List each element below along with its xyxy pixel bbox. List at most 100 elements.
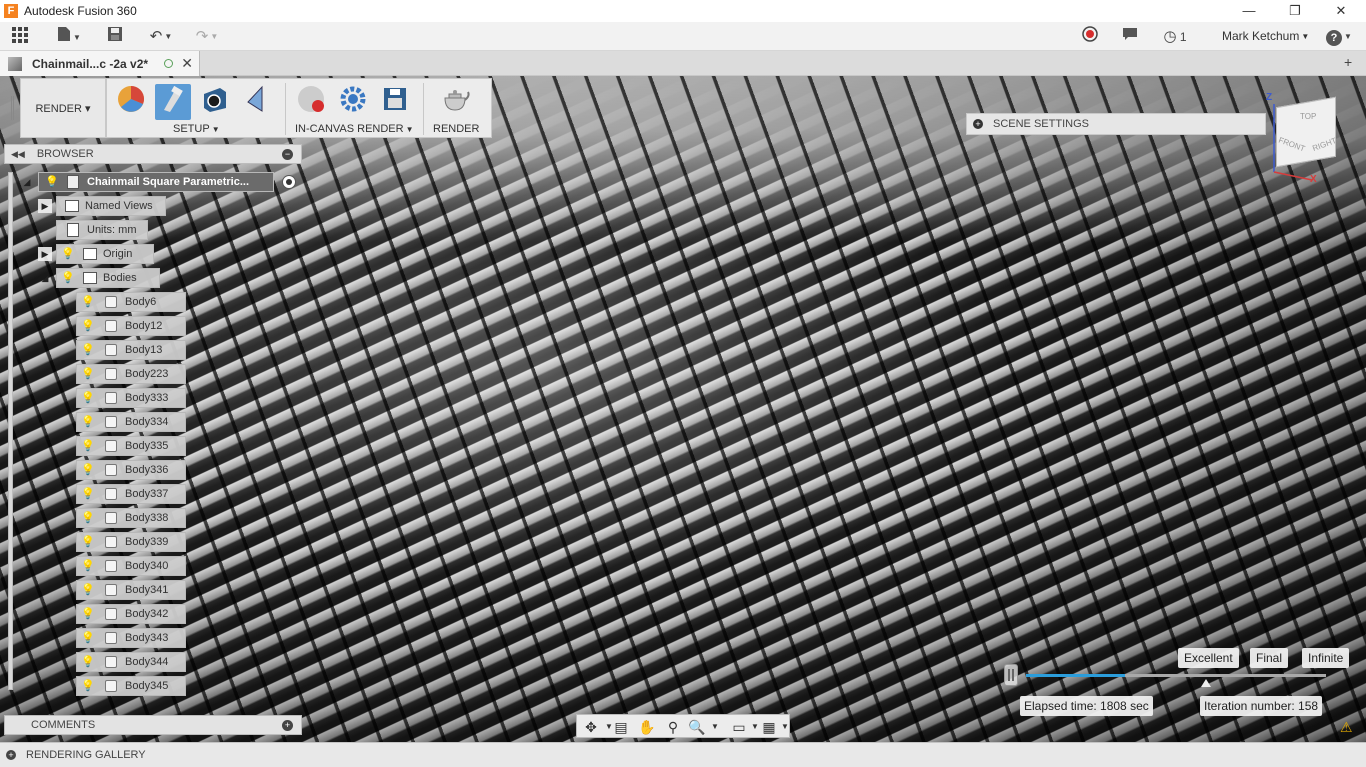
tree-row-body[interactable]: 💡 Body344 [76, 652, 186, 672]
visibility-bulb-off-icon[interactable]: 💡 [61, 247, 75, 261]
quality-infinite-button[interactable]: Infinite [1302, 648, 1350, 668]
tree-root-row[interactable]: ◢ 💡 Chainmail Square Parametric... [20, 172, 296, 192]
appearance-button[interactable] [113, 84, 149, 120]
visibility-bulb-icon[interactable]: 💡 [61, 271, 75, 285]
visibility-bulb-icon[interactable]: 💡 [81, 391, 95, 405]
comments-panel[interactable]: COMMENTS + [4, 715, 302, 735]
expand-triangle-icon[interactable]: ▶ [38, 199, 52, 213]
expand-icon[interactable]: + [973, 119, 983, 129]
browser-scrollbar[interactable] [8, 172, 13, 690]
tree-row-body[interactable]: 💡 Body342 [76, 604, 186, 624]
tree-row-body[interactable]: 💡 Body223 [76, 364, 186, 384]
restore-button[interactable]: ❐ [1272, 0, 1318, 22]
scene-settings-tool-button[interactable] [155, 84, 191, 120]
tree-row-body[interactable]: 💡 Body341 [76, 580, 186, 600]
workspace-switcher[interactable]: RENDER ▾ [20, 78, 106, 138]
redo-button[interactable]: ↷ ▼ [190, 26, 224, 48]
tree-row-body[interactable]: 💡 Body12 [76, 316, 186, 336]
viewcube[interactable]: TOP FRONT RIGHT Z X [1262, 92, 1346, 188]
expand-triangle-icon[interactable]: ▶ [38, 247, 52, 261]
ribbon-grip[interactable] [11, 96, 14, 120]
user-menu[interactable]: Mark Ketchum ▼ [1222, 22, 1309, 51]
visibility-bulb-icon[interactable]: 💡 [81, 319, 95, 333]
browser-header[interactable]: ◀◀ BROWSER − [4, 144, 302, 164]
quality-final-button[interactable]: Final [1250, 648, 1289, 668]
visibility-bulb-icon[interactable]: 💡 [81, 463, 95, 477]
file-menu-button[interactable]: ▼ [54, 26, 84, 48]
visibility-bulb-icon[interactable]: 💡 [81, 367, 95, 381]
chevron-down-icon[interactable]: ▼ [703, 717, 727, 737]
tree-row-named-views[interactable]: ▶ Named Views [38, 196, 166, 216]
record-icon[interactable] [1080, 26, 1100, 48]
tree-row-body[interactable]: 💡 Body337 [76, 484, 186, 504]
visibility-bulb-icon[interactable]: 💡 [45, 175, 59, 189]
close-tab-icon[interactable]: ✕ [181, 55, 193, 72]
chevron-down-icon[interactable]: ▼ [773, 717, 797, 737]
zoom-icon[interactable]: ⚲ [661, 717, 685, 737]
collapse-triangle-icon[interactable]: ◢ [38, 271, 52, 285]
rendering-gallery-bar[interactable]: + RENDERING GALLERY [0, 742, 1366, 767]
texture-map-button[interactable] [239, 84, 275, 120]
comment-icon[interactable] [1120, 26, 1140, 48]
visibility-bulb-icon[interactable]: 💡 [81, 295, 95, 309]
visibility-bulb-icon[interactable]: 💡 [81, 439, 95, 453]
collapse-browser-icon[interactable]: ◀◀ [11, 149, 25, 160]
setup-label-text: SETUP [173, 123, 210, 135]
visibility-bulb-icon[interactable]: 💡 [81, 343, 95, 357]
visibility-bulb-icon[interactable]: 💡 [81, 631, 95, 645]
in-canvas-render-button[interactable] [293, 84, 329, 120]
collapse-triangle-icon[interactable]: ◢ [20, 175, 34, 189]
visibility-bulb-icon[interactable]: 💡 [81, 511, 95, 525]
setup-menu-label[interactable]: SETUP ▼ [173, 123, 220, 135]
tree-row-bodies[interactable]: ◢ 💡 Bodies [38, 268, 160, 288]
tree-row-body[interactable]: 💡 Body336 [76, 460, 186, 480]
quality-marker-icon[interactable] [1201, 679, 1211, 687]
help-button[interactable]: ? ▼ [1324, 26, 1354, 48]
tree-row-body[interactable]: 💡 Body339 [76, 532, 186, 552]
tree-row-body[interactable]: 💡 Body334 [76, 412, 186, 432]
render-label[interactable]: RENDER [433, 123, 479, 135]
quality-excellent-button[interactable]: Excellent [1178, 648, 1239, 668]
tree-row-body[interactable]: 💡 Body338 [76, 508, 186, 528]
tree-row-body[interactable]: 💡 Body13 [76, 340, 186, 360]
capture-image-button[interactable] [377, 84, 413, 120]
render-button[interactable] [437, 84, 473, 120]
activate-radio-icon[interactable] [282, 175, 296, 189]
visibility-bulb-icon[interactable]: 💡 [81, 655, 95, 669]
expand-gallery-icon[interactable]: + [6, 750, 16, 760]
data-panel-grid-icon[interactable] [8, 26, 32, 48]
job-status-button[interactable]: ◷ 1 [1158, 26, 1192, 48]
tree-row-body[interactable]: 💡 Body345 [76, 676, 186, 696]
tree-row-origin[interactable]: ▶ 💡 Origin [38, 244, 154, 264]
visibility-bulb-icon[interactable]: 💡 [81, 559, 95, 573]
scene-settings-panel[interactable]: + SCENE SETTINGS [966, 113, 1266, 135]
visibility-bulb-icon[interactable]: 💡 [81, 535, 95, 549]
in-canvas-render-settings-button[interactable] [335, 84, 371, 120]
save-button[interactable] [104, 26, 126, 48]
tree-row-body[interactable]: 💡 Body333 [76, 388, 186, 408]
add-comment-icon[interactable]: + [282, 720, 293, 731]
document-tab[interactable]: Chainmail...c -2a v2* ✕ [0, 51, 200, 76]
tree-row-units[interactable]: Units: mm [56, 220, 148, 240]
tree-row-body[interactable]: 💡 Body343 [76, 628, 186, 648]
pause-render-button[interactable] [1004, 664, 1018, 686]
minimize-browser-icon[interactable]: − [282, 149, 293, 160]
body-name: Body223 [125, 368, 169, 380]
visibility-bulb-icon[interactable]: 💡 [81, 607, 95, 621]
close-window-button[interactable]: ✕ [1318, 0, 1364, 22]
visibility-bulb-icon[interactable]: 💡 [81, 415, 95, 429]
add-tab-icon[interactable]: + [1344, 54, 1352, 70]
in-canvas-render-menu-label[interactable]: IN-CANVAS RENDER ▼ [295, 123, 414, 135]
minimize-button[interactable]: — [1226, 0, 1272, 22]
tree-row-body[interactable]: 💡 Body340 [76, 556, 186, 576]
visibility-bulb-icon[interactable]: 💡 [81, 487, 95, 501]
tree-row-body[interactable]: 💡 Body6 [76, 292, 186, 312]
tree-row-body[interactable]: 💡 Body335 [76, 436, 186, 456]
warning-icon[interactable]: ⚠ [1340, 719, 1353, 736]
visibility-bulb-icon[interactable]: 💡 [81, 583, 95, 597]
pan-hand-icon[interactable]: ✋ [635, 717, 659, 737]
undo-button[interactable]: ↶ ▼ [144, 26, 178, 48]
visibility-bulb-icon[interactable]: 💡 [81, 679, 95, 693]
decal-button[interactable] [197, 84, 233, 120]
look-at-icon[interactable]: ▤ [609, 717, 633, 737]
